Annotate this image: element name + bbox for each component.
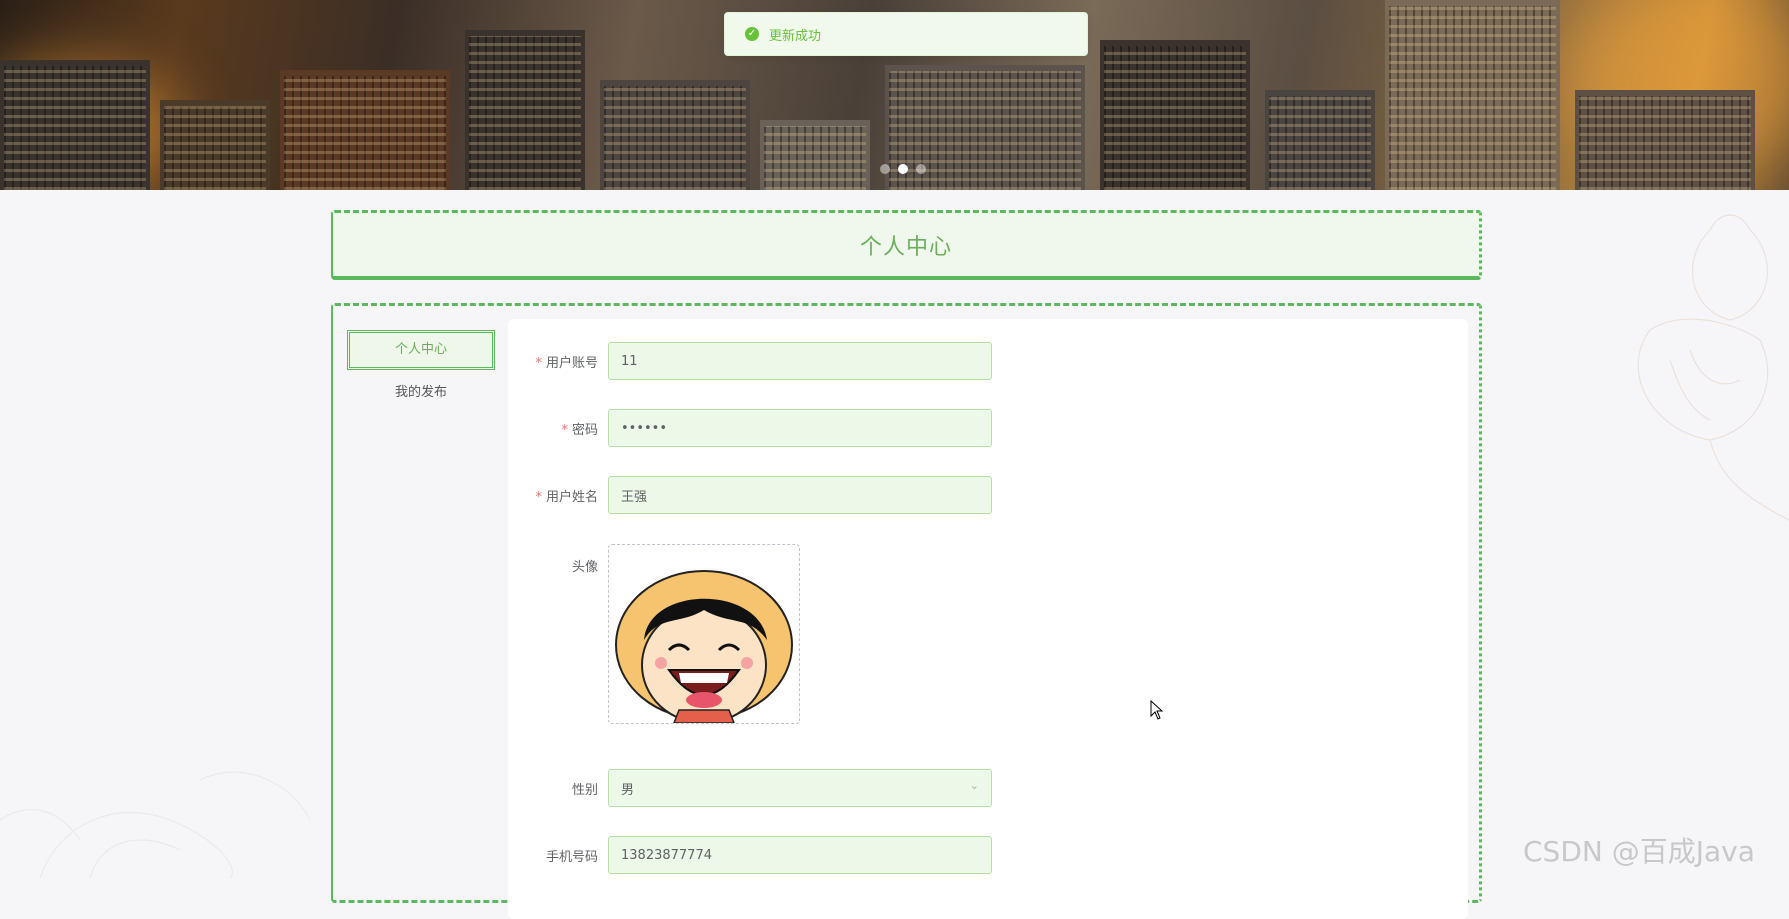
gender-label: 性别 <box>571 782 598 798</box>
page-title-box: 个人中心 <box>331 210 1482 280</box>
success-toast: ✓ 更新成功 <box>724 12 1088 56</box>
building <box>600 80 750 190</box>
phone-label: 手机号码 <box>545 849 598 865</box>
carousel-dot[interactable] <box>880 164 890 174</box>
building <box>760 120 870 190</box>
username-label-text: 用户账号 <box>545 355 598 371</box>
mouse-cursor-icon <box>1150 700 1164 720</box>
sidebar-item-profile[interactable]: 个人中心 <box>347 330 495 370</box>
realname-label-text: 用户姓名 <box>545 489 598 505</box>
flower-decoration-icon <box>0 771 311 878</box>
building <box>1575 90 1755 190</box>
form-row-realname: * 用户姓名 王强 <box>508 476 992 514</box>
gender-selected-value: 男 <box>621 782 635 798</box>
flower-decoration-icon <box>1637 214 1789 521</box>
gender-select[interactable]: 男 ⌄ <box>608 769 992 807</box>
building <box>1100 40 1250 190</box>
building <box>280 70 450 190</box>
username-label: * 用户账号 <box>535 355 598 371</box>
password-label-text: 密码 <box>571 422 598 438</box>
username-input[interactable]: 11 <box>608 342 992 380</box>
carousel-dot[interactable] <box>916 164 926 174</box>
sidebar: 个人中心 我的发布 <box>347 330 495 416</box>
form-row-phone: 手机号码 13823877774 <box>508 836 992 874</box>
password-label: * 密码 <box>561 422 598 438</box>
toast-message: 更新成功 <box>769 28 822 44</box>
building <box>1385 0 1560 190</box>
carousel-indicators <box>880 164 926 174</box>
carousel-dot-active[interactable] <box>898 164 908 174</box>
avatar-uploader[interactable] <box>608 544 800 724</box>
building <box>0 60 150 190</box>
realname-label: * 用户姓名 <box>535 489 598 505</box>
phone-input[interactable]: 13823877774 <box>608 836 992 874</box>
avatar-image <box>615 570 793 723</box>
form-row-gender: 性别 男 ⌄ <box>508 769 992 807</box>
check-circle-icon: ✓ <box>745 27 759 41</box>
main-content: 个人中心 我的发布 * 用户账号 11 * 密码 •••••• * 用户姓名 王强 头… <box>331 303 1482 919</box>
avatar-label: 头像 <box>571 560 598 575</box>
form-row-avatar: 头像 <box>508 544 800 724</box>
form-row-username: * 用户账号 11 <box>508 342 992 380</box>
password-input[interactable]: •••••• <box>608 409 992 447</box>
watermark: CSDN @百成Java <box>1523 835 1755 868</box>
building <box>160 100 270 190</box>
profile-form: * 用户账号 11 * 密码 •••••• * 用户姓名 王强 头像 性别 男 … <box>508 319 1468 919</box>
page-title: 个人中心 <box>859 234 952 260</box>
sidebar-item-my-posts[interactable]: 我的发布 <box>347 373 495 413</box>
form-row-password: * 密码 •••••• <box>508 409 992 447</box>
building <box>465 30 585 190</box>
building <box>1265 90 1375 190</box>
chevron-down-icon: ⌄ <box>969 779 979 792</box>
realname-input[interactable]: 王强 <box>608 476 992 514</box>
